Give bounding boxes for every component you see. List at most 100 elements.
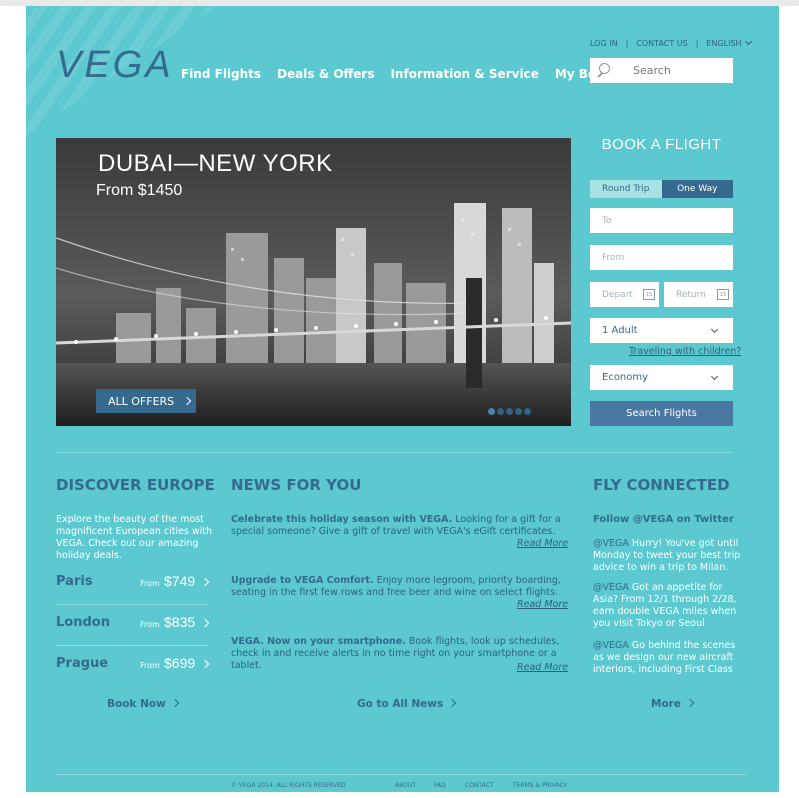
divider <box>56 452 732 453</box>
chevron-right-icon <box>170 698 180 708</box>
page: VEGA Find Flights Deals & Offers Informa… <box>26 6 779 792</box>
tab-round-trip[interactable]: Round Trip <box>590 180 662 198</box>
nav-deals-offers[interactable]: Deals & Offers <box>277 67 374 81</box>
cabin-class-value: Economy <box>602 372 649 383</box>
chevron-right-icon <box>200 618 210 628</box>
more-label: More <box>651 698 681 710</box>
slide-dot[interactable] <box>497 408 504 415</box>
to-placeholder: To <box>602 215 612 226</box>
news-headline[interactable]: Upgrade to VEGA Comfort. <box>231 575 374 586</box>
nav-find-flights[interactable]: Find Flights <box>181 67 261 81</box>
footer-link-about[interactable]: ABOUT <box>395 782 416 789</box>
search-input[interactable] <box>633 64 733 77</box>
from-label: From <box>140 579 160 588</box>
chevron-down-icon <box>710 325 719 334</box>
news-headline[interactable]: Celebrate this holiday season with VEGA. <box>231 514 452 525</box>
europe-intro: Explore the beauty of the most magnifice… <box>56 514 213 561</box>
footer-link-contact[interactable]: CONTACT <box>465 782 493 789</box>
hero-banner[interactable]: DUBAI—NEW YORK From $1450 ALL OFFERS <box>56 138 571 426</box>
city-price: $835 <box>164 614 196 630</box>
twitter-follow-link[interactable]: Follow @VEGA on Twitter <box>593 514 734 525</box>
from-label: From <box>140 620 160 629</box>
more-tweets-link[interactable]: More <box>651 698 695 710</box>
language-label: ENGLISH <box>706 39 742 48</box>
book-now-link[interactable]: Book Now <box>107 698 180 710</box>
go-to-all-news-link[interactable]: Go to All News <box>357 698 457 710</box>
footer-link-terms[interactable]: TERMS & PRIVACY <box>513 782 567 789</box>
read-more-link[interactable]: Read More <box>517 538 568 549</box>
all-offers-button[interactable]: ALL OFFERS <box>96 389 196 413</box>
news-item: Upgrade to VEGA Comfort. Enjoy more legr… <box>231 575 566 599</box>
chevron-down-icon <box>744 37 752 46</box>
city-deal-prague[interactable]: Prague From $699 <box>56 646 210 687</box>
search-icon[interactable] <box>590 58 617 83</box>
vega-logo[interactable]: VEGA <box>56 44 174 87</box>
chevron-right-icon <box>200 577 210 587</box>
depart-placeholder: Depart <box>602 289 633 300</box>
footer-link-faq[interactable]: FAQ <box>434 782 446 789</box>
separator: | <box>625 39 629 48</box>
all-news-label: Go to All News <box>357 698 444 710</box>
login-link[interactable]: LOG IN <box>590 39 618 48</box>
passengers-value: 1 Adult <box>602 325 638 336</box>
language-select[interactable]: ENGLISH <box>706 37 752 48</box>
fly-connected-title: FLY CONNECTED <box>593 476 730 494</box>
tweet-handle[interactable]: @VEGA <box>593 582 629 593</box>
chevron-right-icon <box>182 396 192 406</box>
read-more-link[interactable]: Read More <box>517 599 568 610</box>
hero-price: From $1450 <box>96 182 183 199</box>
tweet: @VEGA Hurry! You've got until Monday to … <box>593 538 743 574</box>
cabin-class-select[interactable]: Economy <box>590 365 733 390</box>
slide-dot[interactable] <box>515 408 522 415</box>
tweet-handle[interactable]: @VEGA <box>593 640 629 651</box>
discover-europe-title: DISCOVER EUROPE <box>56 476 215 494</box>
depart-date-field[interactable]: Depart 15 <box>590 282 659 307</box>
city-name: Prague <box>56 656 109 671</box>
separator: | <box>695 39 699 48</box>
chevron-right-icon <box>685 698 695 708</box>
calendar-icon[interactable]: 15 <box>643 289 655 300</box>
news-item: VEGA. Now on your smartphone. Book fligh… <box>231 636 566 672</box>
read-more-link[interactable]: Read More <box>517 662 568 673</box>
from-field[interactable]: From <box>590 245 733 270</box>
return-date-field[interactable]: Return 15 <box>664 282 733 307</box>
contact-link[interactable]: CONTACT US <box>636 39 687 48</box>
slide-indicator <box>488 408 531 415</box>
search-box <box>590 58 733 83</box>
news-title: NEWS FOR YOU <box>231 476 362 494</box>
utility-nav: LOG IN | CONTACT US | ENGLISH <box>590 37 752 48</box>
city-price: $699 <box>164 655 196 671</box>
city-price: $749 <box>164 573 196 589</box>
search-flights-button[interactable]: Search Flights <box>590 401 733 426</box>
calendar-icon[interactable]: 15 <box>717 289 729 300</box>
book-now-label: Book Now <box>107 698 166 710</box>
slide-dot[interactable] <box>506 408 513 415</box>
trip-type-tabs: Round Trip One Way <box>590 180 733 198</box>
city-name: London <box>56 615 110 630</box>
news-item: Celebrate this holiday season with VEGA.… <box>231 514 566 538</box>
all-offers-label: ALL OFFERS <box>108 394 175 408</box>
slide-dot[interactable] <box>524 408 531 415</box>
from-placeholder: From <box>602 252 625 263</box>
to-field[interactable]: To <box>590 208 733 233</box>
news-headline[interactable]: VEGA. Now on your smartphone. <box>231 636 406 647</box>
tweet: @VEGA Go behind the scenes as we design … <box>593 640 743 676</box>
book-flight-title: BOOK A FLIGHT <box>601 136 722 153</box>
city-name: Paris <box>56 574 93 589</box>
traveling-with-children-link[interactable]: Traveling with children? <box>629 346 741 357</box>
tab-one-way[interactable]: One Way <box>661 180 733 198</box>
footer-copyright: © VEGA 2014. ALL RIGHTS RESERVED <box>231 782 346 789</box>
tweet-handle[interactable]: @VEGA <box>593 538 629 549</box>
tweet: @VEGA Got an appetite for Asia? From 12/… <box>593 582 743 630</box>
city-deal-london[interactable]: London From $835 <box>56 605 210 646</box>
nav-information-service[interactable]: Information & Service <box>390 67 538 81</box>
slide-dot[interactable] <box>488 408 495 415</box>
footer-divider <box>56 774 746 775</box>
passengers-select[interactable]: 1 Adult <box>590 318 733 343</box>
return-placeholder: Return <box>676 289 706 300</box>
chevron-right-icon <box>447 698 457 708</box>
from-label: From <box>140 661 160 670</box>
chevron-down-icon <box>710 372 719 381</box>
hero-title: DUBAI—NEW YORK <box>98 150 333 177</box>
city-deal-paris[interactable]: Paris From $749 <box>56 564 210 605</box>
